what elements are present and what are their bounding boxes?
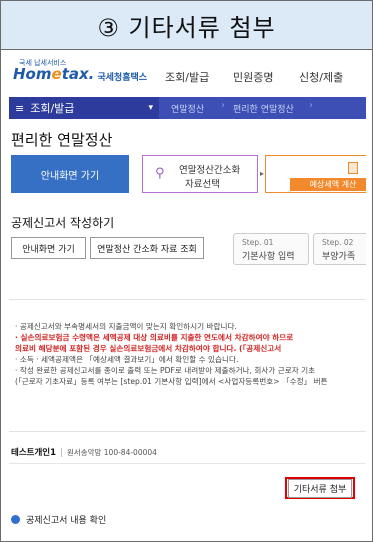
notice-line-highlight: 의료비 해당분에 포함된 경우 실손의료보험금에서 차감하여야 합니다. (「공…: [15, 344, 282, 353]
breadcrumb-easy-year-end[interactable]: 편리한 연말정산: [233, 102, 294, 115]
document-icon: [348, 162, 358, 174]
tax-estimate-tile[interactable]: 예상세액 계산: [265, 155, 366, 193]
taxpayer-address: 원서송악망 100-84-00004: [66, 448, 157, 457]
breadcrumb-separator: ›: [221, 100, 225, 111]
tax-estimate-button[interactable]: 예상세액 계산: [290, 178, 366, 191]
divider: [9, 431, 366, 432]
breadcrumb-separator: ›: [309, 100, 313, 111]
breadcrumb-year-end[interactable]: 연말정산: [171, 102, 204, 115]
breadcrumb: ≡ 조회/발급 ▾ 연말정산 › 편리한 연말정산 ›: [9, 97, 366, 119]
simple-lookup-button[interactable]: 연말정산 간소화 자료 조회: [90, 237, 204, 259]
site-header: 국세 납세서비스 Hometax. 국세청홈택스 조회/발급 민원증명 신청/제…: [9, 57, 366, 93]
nav-lookup-issue[interactable]: 조회/발급: [165, 69, 209, 85]
step-basic-info[interactable]: Step. 01 기본사항 입력: [233, 233, 309, 265]
attach-documents-button[interactable]: 기타서류 첨부: [285, 477, 355, 499]
notice-line: · 공제신고서와 부속명세서의 지출금액이 맞는지 확인하시기 바랍니다.: [15, 322, 237, 331]
notice-line: (「근로자 기초자료」등록 여부는 [step.01 기본사항 입력]에서 <사…: [15, 377, 328, 386]
taxpayer-info: 테스트개인1 | 원서송악망 100-84-00004: [11, 446, 157, 458]
breadcrumb-current: 조회/발급: [30, 102, 75, 115]
step-number: Step. 02: [322, 238, 354, 247]
arrow-right-icon: ▸: [260, 169, 265, 178]
slide-title: ③ 기타서류 첨부: [1, 1, 372, 50]
hometax-screenshot: 국세 납세서비스 Hometax. 국세청홈택스 조회/발급 민원증명 신청/제…: [9, 57, 366, 535]
guide-button[interactable]: 안내화면 가기: [11, 237, 86, 259]
step-label: 기본사항 입력: [242, 252, 295, 262]
divider: [9, 299, 366, 300]
chevron-down-icon: ▾: [148, 103, 153, 113]
nav-apply-submit[interactable]: 신청/제출: [299, 69, 343, 85]
guide-tile[interactable]: 안내화면 가기: [11, 155, 129, 193]
slide-frame: ③ 기타서류 첨부 국세 납세서비스 Hometax. 국세청홈택스 조회/발급…: [0, 0, 373, 542]
notice-line: · 작성 완료한 공제신고서를 종이로 출력 또는 PDF로 내려받아 제출하거…: [15, 366, 316, 375]
page-title: 편리한 연말정산: [11, 131, 113, 149]
menu-icon: ≡: [15, 101, 25, 115]
notice-line-highlight: · 실손의료보험금 수령액은 세액공제 대상 의료비를 지출한 연도에서 차감하…: [15, 333, 294, 342]
taxpayer-name: 테스트개인1: [11, 448, 57, 458]
breadcrumb-menu[interactable]: ≡ 조회/발급 ▾: [9, 97, 159, 119]
tile-label-line1: 연말정산간소화: [179, 165, 241, 176]
bullet-icon: [11, 515, 20, 524]
confirm-section: 공제신고서 내용 확인: [11, 513, 106, 526]
step-label: 부양가족: [322, 252, 356, 262]
step-number: Step. 01: [242, 238, 274, 247]
step-dependents[interactable]: Step. 02 부양가족: [313, 233, 366, 265]
tile-label-line2: 자료선택: [185, 179, 220, 190]
search-icon: ⚲: [155, 166, 165, 181]
attach-documents-label: 기타서류 첨부: [287, 478, 353, 498]
section-title: 공제신고서 작성하기: [11, 216, 115, 230]
logo-agency-name: 국세청홈택스: [97, 73, 148, 83]
confirm-section-title: 공제신고서 내용 확인: [26, 516, 107, 526]
notice-line: · 소득 · 세액공제액은 「예상세액 결과보기」에서 확인할 수 있습니다.: [15, 355, 239, 364]
hometax-logo[interactable]: 국세 납세서비스 Hometax. 국세청홈택스: [13, 59, 148, 83]
notice-box: · 공제신고서와 부속명세서의 지출금액이 맞는지 확인하시기 바랍니다. · …: [15, 321, 366, 387]
nav-civil-certificate[interactable]: 민원증명: [233, 69, 273, 85]
separator: |: [60, 448, 63, 458]
logo-roof-text: 국세 납세서비스: [19, 59, 67, 67]
divider: [9, 463, 366, 464]
simple-data-select-tile[interactable]: ⚲ 연말정산간소화 자료선택: [142, 155, 258, 193]
